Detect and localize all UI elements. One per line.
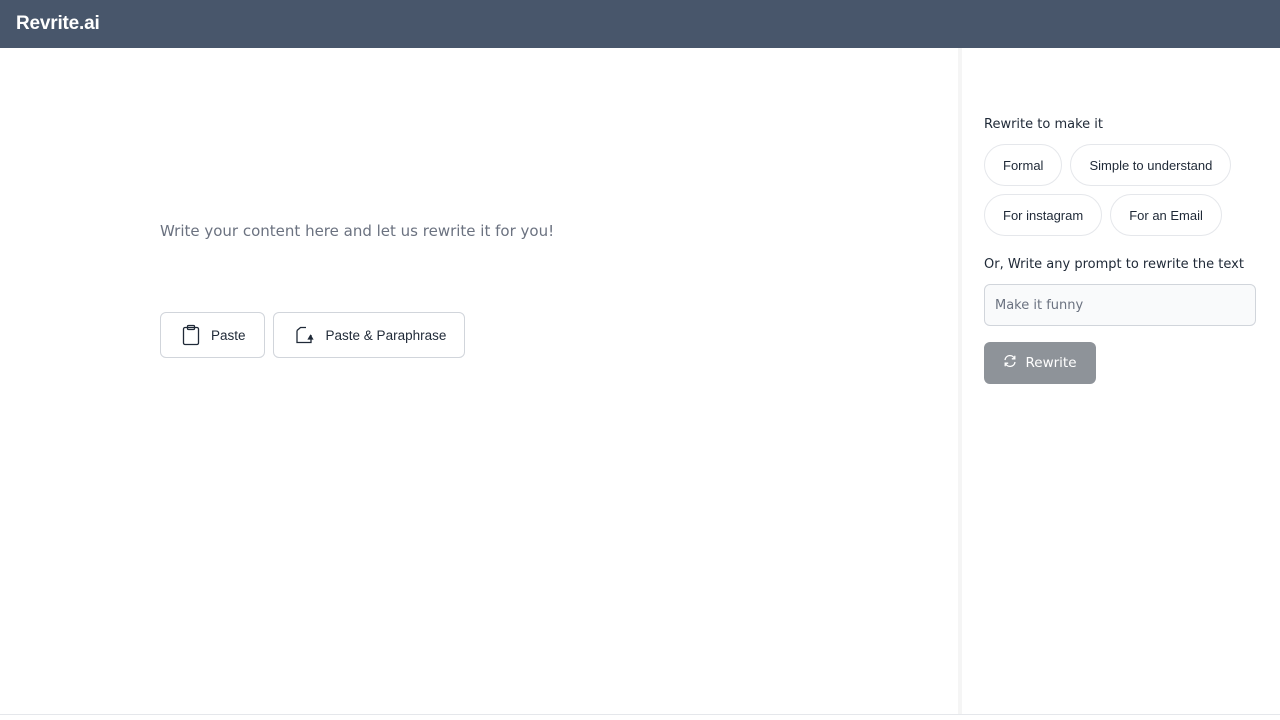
rewrite-options-heading: Rewrite to make it bbox=[984, 117, 1103, 132]
chip-simple-to-understand[interactable]: Simple to understand bbox=[1070, 144, 1232, 186]
paste-button[interactable]: Paste bbox=[160, 312, 265, 358]
brand-logo[interactable]: Revrite.ai bbox=[16, 13, 100, 35]
paste-button-row: Paste Paste & Paraphrase bbox=[160, 312, 466, 358]
rewrite-sidebar: Rewrite to make it Formal Simple to unde… bbox=[962, 48, 1280, 714]
custom-prompt-label: Or, Write any prompt to rewrite the text bbox=[984, 257, 1244, 272]
chip-formal[interactable]: Formal bbox=[984, 144, 1063, 186]
paste-button-label: Paste bbox=[211, 327, 246, 343]
rewrite-button-label: Rewrite bbox=[1025, 355, 1077, 371]
editor-placeholder[interactable]: Write your content here and let us rewri… bbox=[160, 222, 554, 240]
top-bar: Revrite.ai bbox=[0, 0, 1280, 48]
editor-area[interactable]: Write your content here and let us rewri… bbox=[0, 48, 960, 714]
rewrite-button[interactable]: Rewrite bbox=[984, 342, 1096, 384]
paste-paraphrase-icon bbox=[294, 325, 316, 345]
chip-for-an-email[interactable]: For an Email bbox=[1110, 194, 1222, 236]
refresh-icon bbox=[1003, 354, 1017, 372]
clipboard-icon bbox=[181, 324, 201, 346]
custom-prompt-input[interactable] bbox=[984, 284, 1256, 326]
paste-paraphrase-label: Paste & Paraphrase bbox=[325, 327, 447, 343]
bottom-border bbox=[0, 714, 1280, 715]
chip-for-instagram[interactable]: For instagram bbox=[984, 194, 1103, 236]
paste-paraphrase-button[interactable]: Paste & Paraphrase bbox=[272, 312, 466, 358]
rewrite-chip-group: Formal Simple to understand For instagra… bbox=[984, 144, 1264, 236]
